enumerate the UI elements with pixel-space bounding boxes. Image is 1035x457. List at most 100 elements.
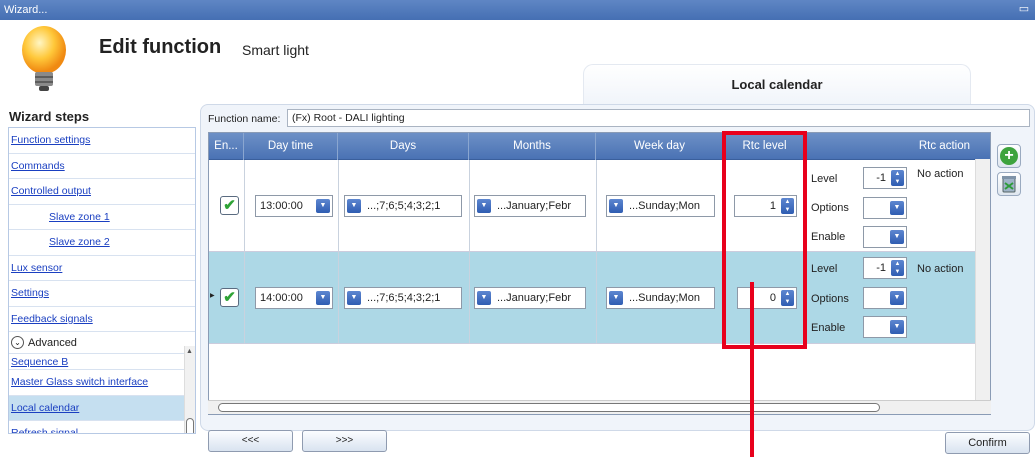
confirm-button[interactable]: Confirm [945,432,1030,454]
trash-icon [1002,176,1016,193]
enabled-checkbox[interactable]: ✔ [220,196,239,215]
dropdown-arrow-icon[interactable]: ▼ [609,199,623,213]
wizard-step-slave-zone-1[interactable]: Slave zone 1 [9,205,195,230]
action-level-label: Level [811,263,838,275]
dropdown-arrow-icon[interactable]: ▼ [609,291,623,305]
day-time-combo[interactable]: 13:00:00 ▼ [255,195,333,217]
wizard-step-controlled-output[interactable]: Controlled output [9,179,195,205]
dropdown-arrow-icon[interactable]: ▼ [890,201,904,215]
highlight-pointer-line [750,282,754,457]
chevron-down-icon: ⌄ [11,336,24,349]
window-title: Wizard... [4,4,48,16]
next-button[interactable]: >>> [302,430,387,452]
column-divider [244,160,245,344]
calendar-grid: En... Day time Days Months Week day Rtc … [208,132,991,415]
dropdown-arrow-icon[interactable]: ▼ [890,230,904,244]
dropdown-arrow-icon[interactable]: ▼ [347,291,361,305]
dropdown-arrow-icon[interactable]: ▼ [347,199,361,213]
row-indicator-icon: ▶ [210,293,215,299]
dropdown-arrow-icon[interactable]: ▼ [890,291,904,305]
wizard-step-function-settings[interactable]: Function settings [9,128,195,154]
dropdown-arrow-icon[interactable]: ▼ [316,291,330,305]
spinner-icon[interactable]: ▲ ▼ [891,170,904,186]
function-name-field[interactable]: (Fx) Root - DALI lighting [287,109,1030,127]
week-day-value: ...Sunday;Mon [629,200,700,212]
col-enabled[interactable]: En... [209,133,244,160]
dropdown-arrow-icon[interactable]: ▼ [477,291,491,305]
light-bulb-icon [22,26,66,91]
grid-horizontal-scrollbar[interactable] [208,400,991,414]
add-row-button[interactable]: + [997,144,1021,168]
action-level-text: No action [917,168,964,180]
grid-header: En... Day time Days Months Week day Rtc … [209,133,990,160]
tab-local-calendar[interactable]: Local calendar [583,64,971,106]
action-options-combo[interactable]: ▼ [863,197,907,219]
col-rtc-action[interactable]: Rtc action [806,133,990,160]
col-months[interactable]: Months [469,133,596,160]
spinner-icon[interactable]: ▲ ▼ [891,260,904,276]
advanced-toggle[interactable]: ⌄ Advanced [9,332,195,354]
wizard-step-master-glass-switch[interactable]: Master Glass switch interface [9,370,195,396]
months-combo[interactable]: ▼ ...January;Febr [474,195,586,217]
scroll-thumb[interactable] [218,403,880,412]
day-time-value: 13:00:00 [260,200,303,212]
scroll-up-icon[interactable]: ▲ [186,348,193,355]
table-row[interactable]: ▶ ✔ 14:00:00 ▼ ▼ ...;7;6;5;4;3;2;1 ▼ ...… [209,252,990,344]
wizard-step-slave-zone-2[interactable]: Slave zone 2 [9,230,195,256]
week-day-combo[interactable]: ▼ ...Sunday;Mon [606,195,715,217]
wizard-step-commands[interactable]: Commands [9,154,195,179]
months-value: ...January;Febr [497,200,571,212]
months-combo[interactable]: ▼ ...January;Febr [474,287,586,309]
action-level-value: -1 [876,262,886,274]
days-value: ...;7;6;5;4;3;2;1 [367,200,441,212]
wizard-step-local-calendar[interactable]: Local calendar [9,395,195,421]
col-day-time[interactable]: Day time [244,133,338,160]
action-options-combo[interactable]: ▼ [863,287,907,309]
header: Edit function Smart light Local calendar [0,20,1035,106]
action-enable-combo[interactable]: ▼ [863,316,907,338]
wizard-step-sequence-b[interactable]: Sequence B [9,354,195,370]
action-enable-combo[interactable]: ▼ [863,226,907,248]
dropdown-arrow-icon[interactable]: ▼ [316,199,330,213]
scroll-thumb[interactable] [186,418,194,433]
col-week-day[interactable]: Week day [596,133,724,160]
col-days[interactable]: Days [338,133,469,160]
restore-window-icon[interactable]: ▭ [1017,3,1031,15]
days-combo[interactable]: ▼ ...;7;6;5;4;3;2;1 [344,195,462,217]
action-level-stepper[interactable]: -1 ▲ ▼ [863,167,907,189]
wizard-step-feedback-signals[interactable]: Feedback signals [9,307,195,332]
previous-button[interactable]: <<< [208,430,293,452]
action-options-label: Options [811,202,849,214]
wizard-step-refresh-signal[interactable]: Refresh signal [9,421,195,433]
highlight-rtc-level-box [722,131,807,349]
week-day-combo[interactable]: ▼ ...Sunday;Mon [606,287,715,309]
months-value: ...January;Febr [497,292,571,304]
action-level-value: -1 [876,172,886,184]
action-level-text: No action [917,263,964,275]
page-title: Edit function [99,36,222,58]
day-time-combo[interactable]: 14:00:00 ▼ [255,287,333,309]
dropdown-arrow-icon[interactable]: ▼ [890,320,904,334]
week-day-value: ...Sunday;Mon [629,292,700,304]
wizard-step-lux-sensor[interactable]: Lux sensor [9,256,195,281]
days-combo[interactable]: ▼ ...;7;6;5;4;3;2;1 [344,287,462,309]
dropdown-arrow-icon[interactable]: ▼ [477,199,491,213]
enabled-checkbox[interactable]: ✔ [220,288,239,307]
page-subtitle: Smart light [242,42,309,58]
column-divider [338,160,339,344]
action-enable-label: Enable [811,231,846,243]
days-value: ...;7;6;5;4;3;2;1 [367,292,441,304]
wizard-steps-panel: Wizard steps Function settings Commands … [0,106,196,457]
day-time-value: 14:00:00 [260,292,303,304]
plus-icon: + [1000,147,1018,165]
column-divider [469,160,470,344]
table-row[interactable]: ✔ 13:00:00 ▼ ▼ ...;7;6;5;4;3;2;1 ▼ ...Ja… [209,160,990,252]
column-divider [596,160,597,344]
steps-scrollbar[interactable]: ▲ ▼ [184,346,195,433]
grid-vertical-scrollbar[interactable] [975,159,990,400]
delete-row-button[interactable] [997,172,1021,196]
wizard-step-settings[interactable]: Settings [9,281,195,307]
function-name-label: Function name: [208,113,281,125]
action-level-stepper[interactable]: -1 ▲ ▼ [863,257,907,279]
action-enable-label: Enable [811,322,846,334]
